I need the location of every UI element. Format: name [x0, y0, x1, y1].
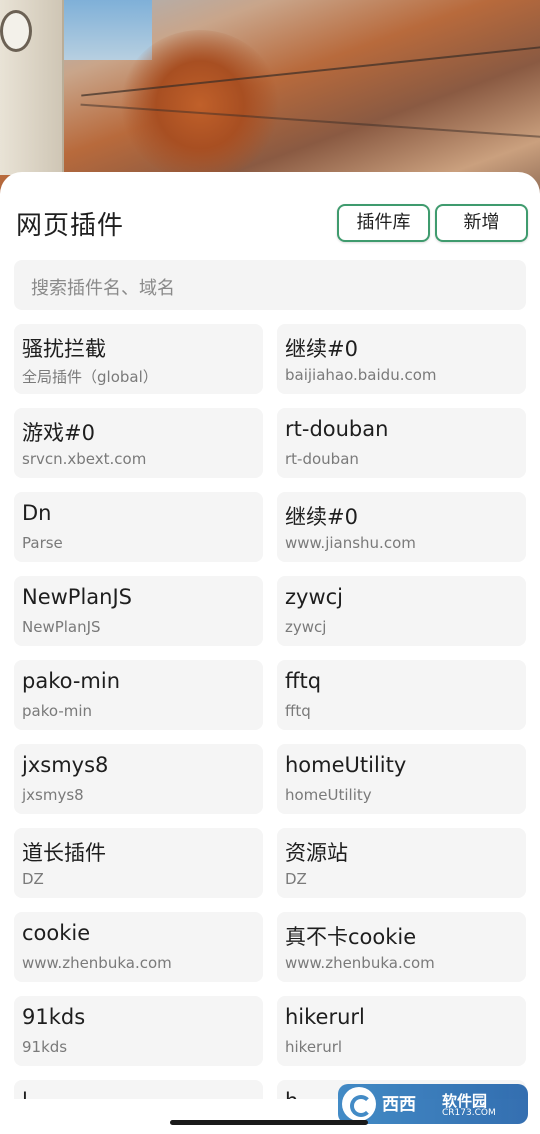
plugin-domain: rt-douban: [285, 450, 359, 468]
plugin-domain: Parse: [22, 534, 63, 552]
plugin-card[interactable]: NewPlanJS NewPlanJS: [14, 576, 263, 646]
plugin-card[interactable]: l...: [14, 1080, 263, 1099]
plugin-name: Dn: [22, 501, 52, 525]
plugin-card[interactable]: 道长插件 DZ: [14, 828, 263, 898]
search-input[interactable]: 搜索插件名、域名: [14, 260, 526, 310]
plugin-name: l...: [22, 1089, 48, 1099]
plugin-card[interactable]: homeUtility homeUtility: [277, 744, 526, 814]
plugin-card[interactable]: 继续#0 www.jianshu.com: [277, 492, 526, 562]
plugin-domain: pako-min: [22, 702, 93, 720]
plugin-name: 真不卡cookie: [285, 925, 417, 949]
plugin-name: jxsmys8: [22, 753, 109, 777]
site-watermark: 西西 软件园 CR173.COM: [338, 1084, 528, 1124]
plugin-name: cookie: [22, 921, 91, 945]
plugin-domain: DZ: [285, 870, 307, 888]
plugin-name: pako-min: [22, 669, 121, 693]
plugin-domain: www.zhenbuka.com: [22, 954, 172, 972]
plugin-domain: 91kds: [22, 1038, 68, 1056]
plugin-name: 游戏#0: [22, 421, 95, 445]
plugin-name: NewPlanJS: [22, 585, 133, 609]
plugin-library-button[interactable]: 插件库: [337, 204, 430, 242]
plugin-card[interactable]: hikerurl hikerurl: [277, 996, 526, 1066]
add-plugin-button[interactable]: 新增: [435, 204, 528, 242]
plugin-domain: homeUtility: [285, 786, 372, 804]
clock-tower: [0, 0, 64, 175]
plugin-card[interactable]: pako-min pako-min: [14, 660, 263, 730]
plugin-card[interactable]: 资源站 DZ: [277, 828, 526, 898]
plugin-domain: 全局插件（global）: [22, 368, 158, 386]
plugin-name: hikerurl: [285, 1005, 365, 1029]
autumn-tree: [120, 30, 280, 180]
plugin-card[interactable]: zywcj zywcj: [277, 576, 526, 646]
plugin-name: 资源站: [285, 841, 348, 865]
plugins-sheet: 网页插件 插件库 新增 搜索插件名、域名 骚扰拦截 全局插件（global） 继续#…: [0, 172, 540, 1134]
plugin-card[interactable]: Dn Parse: [14, 492, 263, 562]
plugin-domain: srvcn.xbext.com: [22, 450, 147, 468]
plugin-domain: www.jianshu.com: [285, 534, 416, 552]
page-title: 网页插件: [16, 211, 125, 241]
background-wallpaper: [0, 0, 540, 200]
plugin-domain: NewPlanJS: [22, 618, 101, 636]
plugin-name: 继续#0: [285, 337, 358, 361]
plugin-name: h...: [285, 1089, 318, 1099]
plugin-card[interactable]: fftq fftq: [277, 660, 526, 730]
plugin-domain: DZ: [22, 870, 44, 888]
home-indicator[interactable]: [170, 1120, 368, 1125]
plugin-domain: www.zhenbuka.com: [285, 954, 435, 972]
plugin-card[interactable]: 游戏#0 srvcn.xbext.com: [14, 408, 263, 478]
sky-area: [62, 0, 152, 60]
search-placeholder: 搜索插件名、域名: [31, 278, 175, 299]
plugin-card[interactable]: 骚扰拦截全局插件（global）: [14, 324, 263, 394]
plugin-card[interactable]: 真不卡cookie www.zhenbuka.com: [277, 912, 526, 982]
plugin-name: rt-douban: [285, 417, 389, 441]
plugin-card[interactable]: 继续#0 baijiahao.baidu.com: [277, 324, 526, 394]
watermark-url: CR173.COM: [442, 1108, 496, 1118]
plugin-name: 91kds: [22, 1005, 86, 1029]
watermark-brand: 西西: [382, 1095, 416, 1115]
clock-icon: [0, 10, 32, 52]
plugin-name: zywcj: [285, 585, 344, 609]
plugin-name: 道长插件: [22, 841, 106, 865]
plugin-name: 骚扰拦截: [22, 337, 106, 361]
plugin-card[interactable]: rt-douban rt-douban: [277, 408, 526, 478]
plugin-name: fftq: [285, 669, 322, 693]
plugin-domain: baijiahao.baidu.com: [285, 366, 437, 384]
plugin-card[interactable]: 91kds 91kds: [14, 996, 263, 1066]
plugin-name: 继续#0: [285, 505, 358, 529]
plugin-card[interactable]: cookie www.zhenbuka.com: [14, 912, 263, 982]
plugin-domain: hikerurl: [285, 1038, 343, 1056]
plugin-domain: fftq: [285, 702, 311, 720]
plugin-domain: zywcj: [285, 618, 327, 636]
plugin-name: homeUtility: [285, 753, 407, 777]
plugin-card[interactable]: jxsmys8 jxsmys8: [14, 744, 263, 814]
plugin-grid: 骚扰拦截全局插件（global） 继续#0 baijiahao.baidu.com 游…: [14, 324, 526, 1099]
plugin-domain: jxsmys8: [22, 786, 84, 804]
watermark-logo-icon: [342, 1087, 376, 1121]
